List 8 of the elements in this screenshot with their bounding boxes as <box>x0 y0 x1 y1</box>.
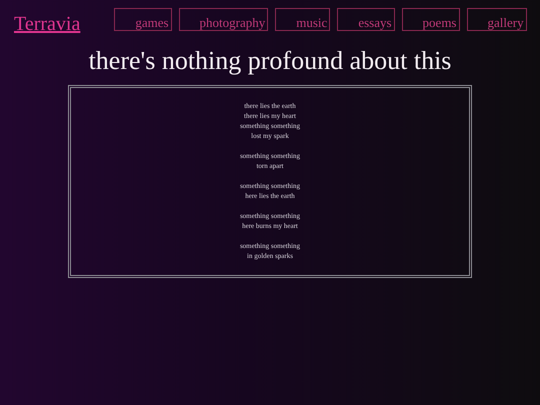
nav-link[interactable]: games <box>114 8 172 31</box>
page-heading: there's nothing profound about this <box>88 46 452 76</box>
site-logo-link[interactable]: Terravia <box>14 12 80 36</box>
nav-link[interactable]: gallery <box>466 8 527 31</box>
nav-link[interactable]: photography <box>178 8 268 31</box>
nav-link[interactable]: music <box>275 8 330 31</box>
nav-link[interactable]: poems <box>402 8 460 31</box>
nav-link[interactable]: essays <box>337 8 395 31</box>
